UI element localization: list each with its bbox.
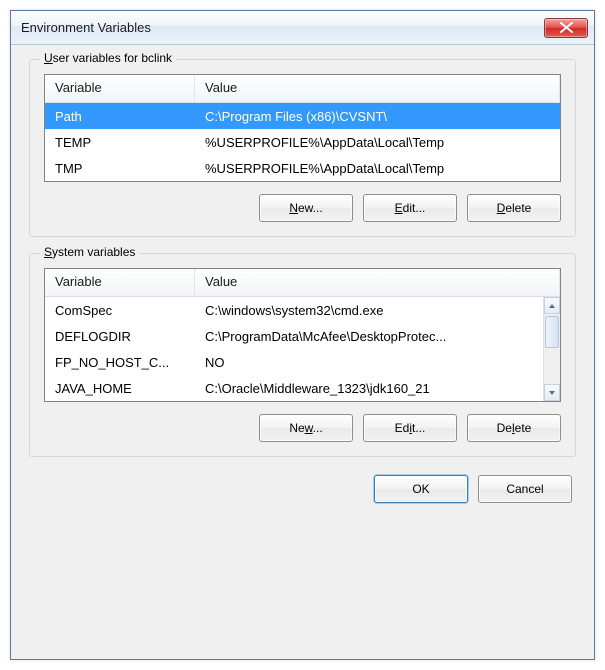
- user-edit-button[interactable]: Edit...: [363, 194, 457, 222]
- list-row[interactable]: ComSpec C:\windows\system32\cmd.exe: [45, 297, 560, 323]
- system-edit-button[interactable]: Edit...: [363, 414, 457, 442]
- close-icon: [560, 22, 573, 33]
- list-row[interactable]: JAVA_HOME C:\Oracle\Middleware_1323\jdk1…: [45, 375, 560, 401]
- ok-button[interactable]: OK: [374, 475, 468, 503]
- titlebar: Environment Variables: [11, 11, 594, 45]
- cell-variable: ComSpec: [45, 303, 195, 318]
- cell-variable: JAVA_HOME: [45, 381, 195, 396]
- system-variables-list[interactable]: Variable Value ComSpec C:\windows\system…: [44, 268, 561, 402]
- cell-value: C:\ProgramData\McAfee\DesktopProtec...: [195, 329, 560, 344]
- cell-value: C:\windows\system32\cmd.exe: [195, 303, 560, 318]
- scroll-up-button[interactable]: [544, 297, 560, 314]
- user-delete-button[interactable]: Delete: [467, 194, 561, 222]
- user-new-button[interactable]: New...: [259, 194, 353, 222]
- cell-value: %USERPROFILE%\AppData\Local\Temp: [195, 135, 560, 150]
- close-button[interactable]: [544, 18, 588, 38]
- system-delete-button[interactable]: Delete: [467, 414, 561, 442]
- system-variables-label: System variables: [40, 245, 139, 259]
- column-header-variable[interactable]: Variable: [45, 75, 195, 102]
- list-row[interactable]: FP_NO_HOST_C... NO: [45, 349, 560, 375]
- scroll-thumb[interactable]: [545, 316, 559, 348]
- cell-variable: FP_NO_HOST_C...: [45, 355, 195, 370]
- environment-variables-dialog: Environment Variables User variables for…: [10, 10, 595, 660]
- chevron-up-icon: [548, 303, 556, 309]
- list-row[interactable]: DEFLOGDIR C:\ProgramData\McAfee\DesktopP…: [45, 323, 560, 349]
- list-row[interactable]: TMP %USERPROFILE%\AppData\Local\Temp: [45, 155, 560, 181]
- cell-value: %USERPROFILE%\AppData\Local\Temp: [195, 161, 560, 176]
- chevron-down-icon: [548, 390, 556, 396]
- list-row[interactable]: Path C:\Program Files (x86)\CVSNT\: [45, 103, 560, 129]
- user-buttons-row: New... Edit... Delete: [44, 194, 561, 222]
- list-row[interactable]: TEMP %USERPROFILE%\AppData\Local\Temp: [45, 129, 560, 155]
- scroll-track[interactable]: [544, 314, 560, 384]
- user-variables-label: User variables for bclink: [40, 51, 176, 65]
- list-header: Variable Value: [45, 75, 560, 103]
- system-variables-group: System variables Variable Value ComSpec …: [29, 253, 576, 457]
- cell-variable: TMP: [45, 161, 195, 176]
- system-new-button[interactable]: New...: [259, 414, 353, 442]
- list-rows: Path C:\Program Files (x86)\CVSNT\ TEMP …: [45, 103, 560, 181]
- cell-value: C:\Oracle\Middleware_1323\jdk160_21: [195, 381, 560, 396]
- column-header-value[interactable]: Value: [195, 75, 560, 102]
- cell-value: NO: [195, 355, 560, 370]
- column-header-variable[interactable]: Variable: [45, 269, 195, 296]
- cell-variable: DEFLOGDIR: [45, 329, 195, 344]
- window-title: Environment Variables: [21, 20, 544, 35]
- cell-variable: Path: [45, 109, 195, 124]
- column-header-value[interactable]: Value: [195, 269, 560, 296]
- list-rows: ComSpec C:\windows\system32\cmd.exe DEFL…: [45, 297, 560, 401]
- cell-value: C:\Program Files (x86)\CVSNT\: [195, 109, 560, 124]
- cancel-button[interactable]: Cancel: [478, 475, 572, 503]
- user-variables-list[interactable]: Variable Value Path C:\Program Files (x8…: [44, 74, 561, 182]
- scrollbar[interactable]: [543, 297, 560, 401]
- cell-variable: TEMP: [45, 135, 195, 150]
- dialog-buttons-row: OK Cancel: [29, 473, 576, 509]
- list-header: Variable Value: [45, 269, 560, 297]
- system-buttons-row: New... Edit... Delete: [44, 414, 561, 442]
- scroll-down-button[interactable]: [544, 384, 560, 401]
- user-variables-group: User variables for bclink Variable Value…: [29, 59, 576, 237]
